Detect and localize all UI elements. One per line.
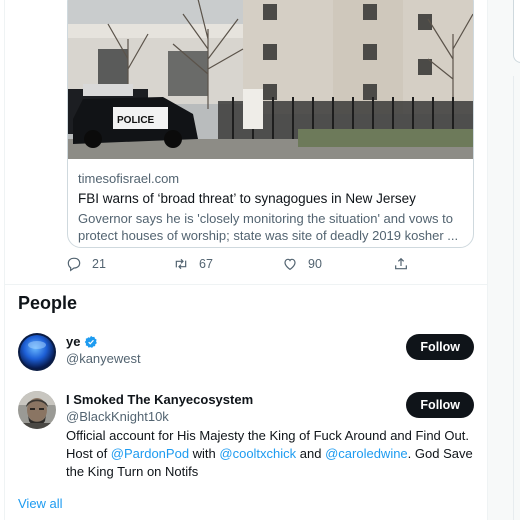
retweet-icon: [175, 258, 187, 270]
section-divider: [4, 284, 487, 285]
person-name[interactable]: I Smoked The Kanyecosystem: [66, 391, 253, 408]
verified-badge-icon: [85, 335, 98, 348]
person-name-row: I Smoked The Kanyecosystem: [66, 391, 402, 408]
reply-icon: [67, 257, 81, 272]
police-car-lettering: POLICE: [117, 115, 155, 126]
view-all-link[interactable]: View all: [18, 496, 63, 511]
like-count: 90: [308, 257, 322, 271]
person-name-row: ye: [66, 333, 402, 350]
retweet-button[interactable]: 67: [173, 256, 213, 272]
reply-button[interactable]: 21: [66, 256, 106, 272]
avatar[interactable]: [18, 391, 56, 429]
mention-link[interactable]: @caroledwine: [325, 446, 408, 461]
mention-link[interactable]: @PardonPod: [111, 446, 189, 461]
article-domain: timesofisrael.com: [78, 171, 180, 186]
person-name[interactable]: ye: [66, 333, 80, 350]
person-row[interactable]: I Smoked The Kanyecosystem @BlackKnight1…: [18, 391, 474, 481]
follow-button[interactable]: Follow: [406, 334, 474, 360]
person-handle[interactable]: @BlackKnight10k: [66, 408, 402, 425]
link-preview-text: timesofisrael.com FBI warns of ‘broad th…: [78, 171, 463, 244]
article-image: POLICE: [68, 0, 473, 159]
people-section-title: People: [18, 293, 78, 313]
person-row[interactable]: ye @kanyewest Follow: [18, 333, 474, 373]
avatar[interactable]: [18, 333, 56, 371]
bio-text: and: [296, 446, 326, 461]
follow-button[interactable]: Follow: [406, 392, 474, 418]
link-preview-card[interactable]: POLICE timesofisrael.com FBI warns of ‘b…: [67, 0, 474, 248]
person-handle[interactable]: @kanyewest: [66, 350, 402, 367]
retweet-count: 67: [199, 257, 213, 271]
article-description: Governor says he is 'closely monitoring …: [78, 211, 459, 243]
article-headline: FBI warns of ‘broad threat’ to synagogue…: [78, 191, 416, 206]
reply-count: 21: [92, 257, 106, 271]
tweet-action-bar: 21 67 90: [66, 256, 410, 276]
share-button[interactable]: [393, 256, 419, 272]
left-column-border: [4, 0, 5, 520]
person-info: I Smoked The Kanyecosystem @BlackKnight1…: [66, 391, 402, 425]
heart-icon: [284, 258, 296, 271]
mention-link[interactable]: @cooltxchick: [219, 446, 296, 461]
sidebar-panel-edge: [513, 76, 520, 520]
bio-text: with: [189, 446, 220, 461]
sidebar-card-edge: [513, 0, 520, 63]
person-bio: Official account for His Majesty the Kin…: [66, 427, 476, 481]
share-icon: [395, 257, 407, 270]
person-info: ye @kanyewest: [66, 333, 402, 367]
like-button[interactable]: 90: [282, 256, 322, 272]
